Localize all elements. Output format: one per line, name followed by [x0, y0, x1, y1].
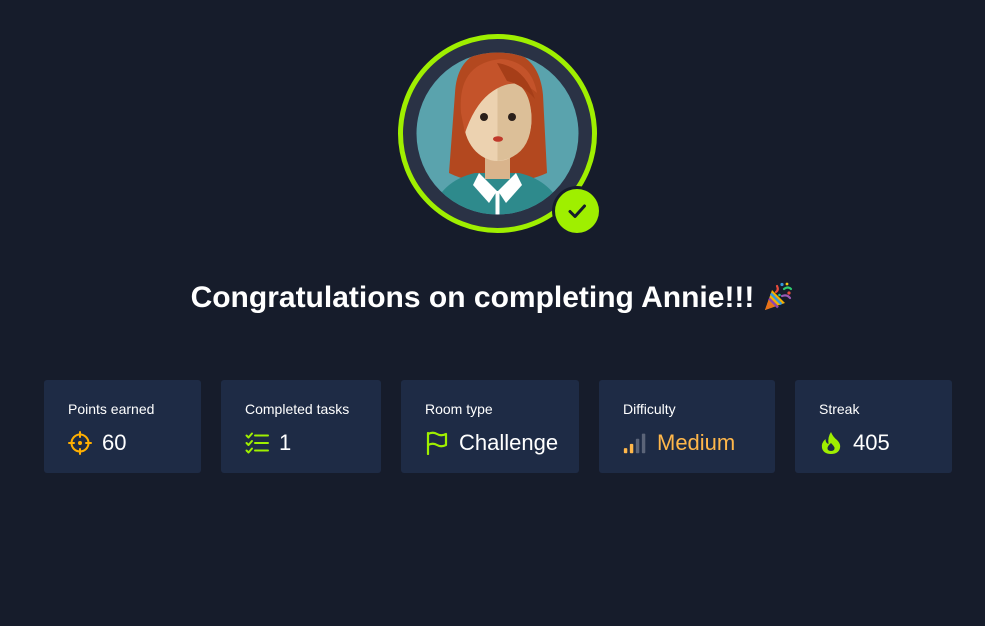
stat-label: Difficulty — [623, 401, 676, 417]
crosshair-target-icon — [68, 431, 92, 455]
stat-card-difficulty: Difficulty Medium — [599, 380, 775, 473]
flag-icon — [425, 431, 449, 455]
stat-value: Challenge — [459, 430, 559, 455]
stat-label: Streak — [819, 401, 860, 417]
stat-value: 405 — [853, 430, 890, 455]
party-popper-icon — [762, 281, 794, 324]
stat-value: 1 — [279, 430, 292, 455]
signal-bars-icon — [623, 431, 647, 455]
stat-label: Completed tasks — [245, 401, 350, 417]
stat-card-room-type: Room type Challenge — [401, 380, 579, 473]
completion-headline: Congratulations on completing Annie!!! — [0, 278, 985, 324]
stat-value: 60 — [102, 430, 127, 455]
stat-card-completed-tasks: Completed tasks 1 — [221, 380, 381, 473]
stat-card-streak: Streak 405 — [795, 380, 952, 473]
headline-text: Congratulations on completing Annie!!! — [190, 281, 755, 314]
stat-label: Points earned — [68, 401, 155, 417]
checkmark-icon — [568, 204, 586, 218]
completed-badge — [555, 189, 599, 233]
stat-card-points: Points earned 60 — [44, 380, 201, 473]
flame-icon — [819, 431, 843, 455]
checklist-icon — [245, 431, 269, 455]
stat-value: Medium — [657, 430, 736, 455]
stat-label: Room type — [425, 401, 493, 417]
